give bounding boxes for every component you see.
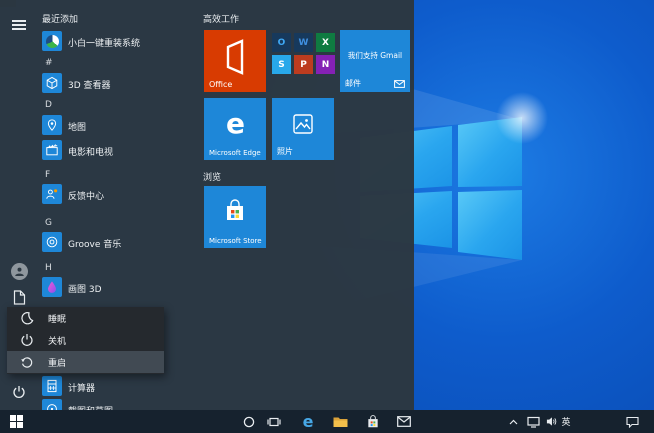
section-letter[interactable]: G bbox=[45, 218, 52, 228]
movies-tv-icon bbox=[42, 140, 62, 160]
network-icon bbox=[527, 416, 540, 428]
mail-taskbar-button[interactable] bbox=[393, 410, 415, 433]
shutdown-icon bbox=[20, 333, 35, 347]
store-bag-icon bbox=[224, 199, 246, 223]
edge-taskbar-button[interactable]: e bbox=[297, 410, 319, 433]
screen: 最近添加 小白一键重装系统 # 3D 查看器 D 地图 电影和电视 bbox=[0, 0, 654, 433]
folder-icon bbox=[333, 416, 348, 428]
task-view-icon bbox=[267, 416, 281, 428]
3d-viewer-icon bbox=[42, 73, 62, 93]
shutdown-menu-item[interactable]: 关机 bbox=[7, 329, 164, 351]
section-letter[interactable]: # bbox=[45, 58, 53, 68]
tile-group-title: 浏览 bbox=[203, 170, 221, 183]
action-center-icon bbox=[626, 416, 639, 428]
restart-menu-item[interactable]: 重启 bbox=[7, 351, 164, 373]
section-letter[interactable]: F bbox=[45, 170, 50, 180]
restart-icon bbox=[20, 355, 35, 369]
tray-chevron-button[interactable] bbox=[505, 410, 521, 433]
calculator-icon bbox=[42, 376, 62, 396]
microsoft-edge-tile[interactable]: e Microsoft Edge bbox=[204, 98, 266, 160]
recently-added-header: 最近添加 bbox=[42, 12, 78, 25]
photos-tile[interactable]: 照片 bbox=[272, 98, 334, 160]
outlook-tile[interactable]: O bbox=[272, 33, 291, 52]
edge-logo-glyph: e bbox=[226, 110, 245, 138]
edge-icon: e bbox=[303, 414, 314, 430]
windows-logo-icon bbox=[10, 415, 23, 428]
power-button[interactable] bbox=[9, 382, 29, 402]
paint-3d-icon bbox=[42, 277, 62, 297]
start-menu: 最近添加 小白一键重装系统 # 3D 查看器 D 地图 电影和电视 bbox=[0, 0, 414, 410]
action-center-button[interactable] bbox=[622, 410, 642, 433]
excel-tile[interactable]: X bbox=[316, 33, 335, 52]
mail-icon bbox=[397, 416, 411, 427]
powerpoint-tile[interactable]: P bbox=[294, 55, 313, 74]
sleep-moon-icon bbox=[20, 311, 35, 325]
mail-tile-promo: 我们支持 Gmail bbox=[340, 50, 410, 61]
section-letter[interactable]: H bbox=[45, 263, 52, 273]
skype-tile[interactable]: S bbox=[272, 55, 291, 74]
hamburger-menu-icon[interactable] bbox=[9, 15, 29, 35]
word-tile[interactable]: W bbox=[294, 33, 313, 52]
microsoft-store-tile[interactable]: Microsoft Store bbox=[204, 186, 266, 248]
groove-music-icon bbox=[42, 232, 62, 252]
taskbar: e 英 16:28 2 bbox=[0, 410, 654, 433]
xiaobai-reinstall-icon bbox=[42, 31, 62, 51]
mail-tile[interactable]: 我们支持 Gmail 邮件 bbox=[340, 30, 410, 92]
speaker-icon bbox=[546, 416, 557, 427]
feedback-hub-icon bbox=[42, 184, 62, 204]
chevron-up-icon bbox=[509, 419, 518, 425]
start-button[interactable] bbox=[4, 410, 28, 433]
tile-group-title: 高效工作 bbox=[203, 12, 239, 25]
cortana-icon bbox=[243, 416, 255, 428]
onenote-tile[interactable]: N bbox=[316, 55, 335, 74]
section-letter[interactable]: D bbox=[45, 100, 52, 110]
ime-indicator[interactable]: 英 bbox=[558, 410, 574, 433]
office-tile[interactable]: Office bbox=[204, 30, 266, 92]
power-flyout-menu: 睡眠 关机 重启 bbox=[7, 307, 164, 374]
file-explorer-button[interactable] bbox=[329, 410, 351, 433]
store-icon bbox=[366, 415, 380, 429]
photos-icon bbox=[292, 113, 314, 135]
network-tray-button[interactable] bbox=[524, 410, 542, 433]
sleep-menu-item[interactable]: 睡眠 bbox=[7, 307, 164, 329]
user-avatar[interactable] bbox=[9, 261, 29, 281]
maps-icon bbox=[42, 115, 62, 135]
task-view-button[interactable] bbox=[263, 410, 285, 433]
snip-sketch-icon bbox=[42, 399, 62, 410]
cortana-button[interactable] bbox=[238, 410, 260, 433]
user-icon bbox=[11, 263, 28, 280]
mail-envelope-icon bbox=[394, 80, 405, 88]
store-taskbar-button[interactable] bbox=[362, 410, 384, 433]
documents-icon[interactable] bbox=[9, 287, 29, 307]
volume-tray-button[interactable] bbox=[543, 410, 559, 433]
